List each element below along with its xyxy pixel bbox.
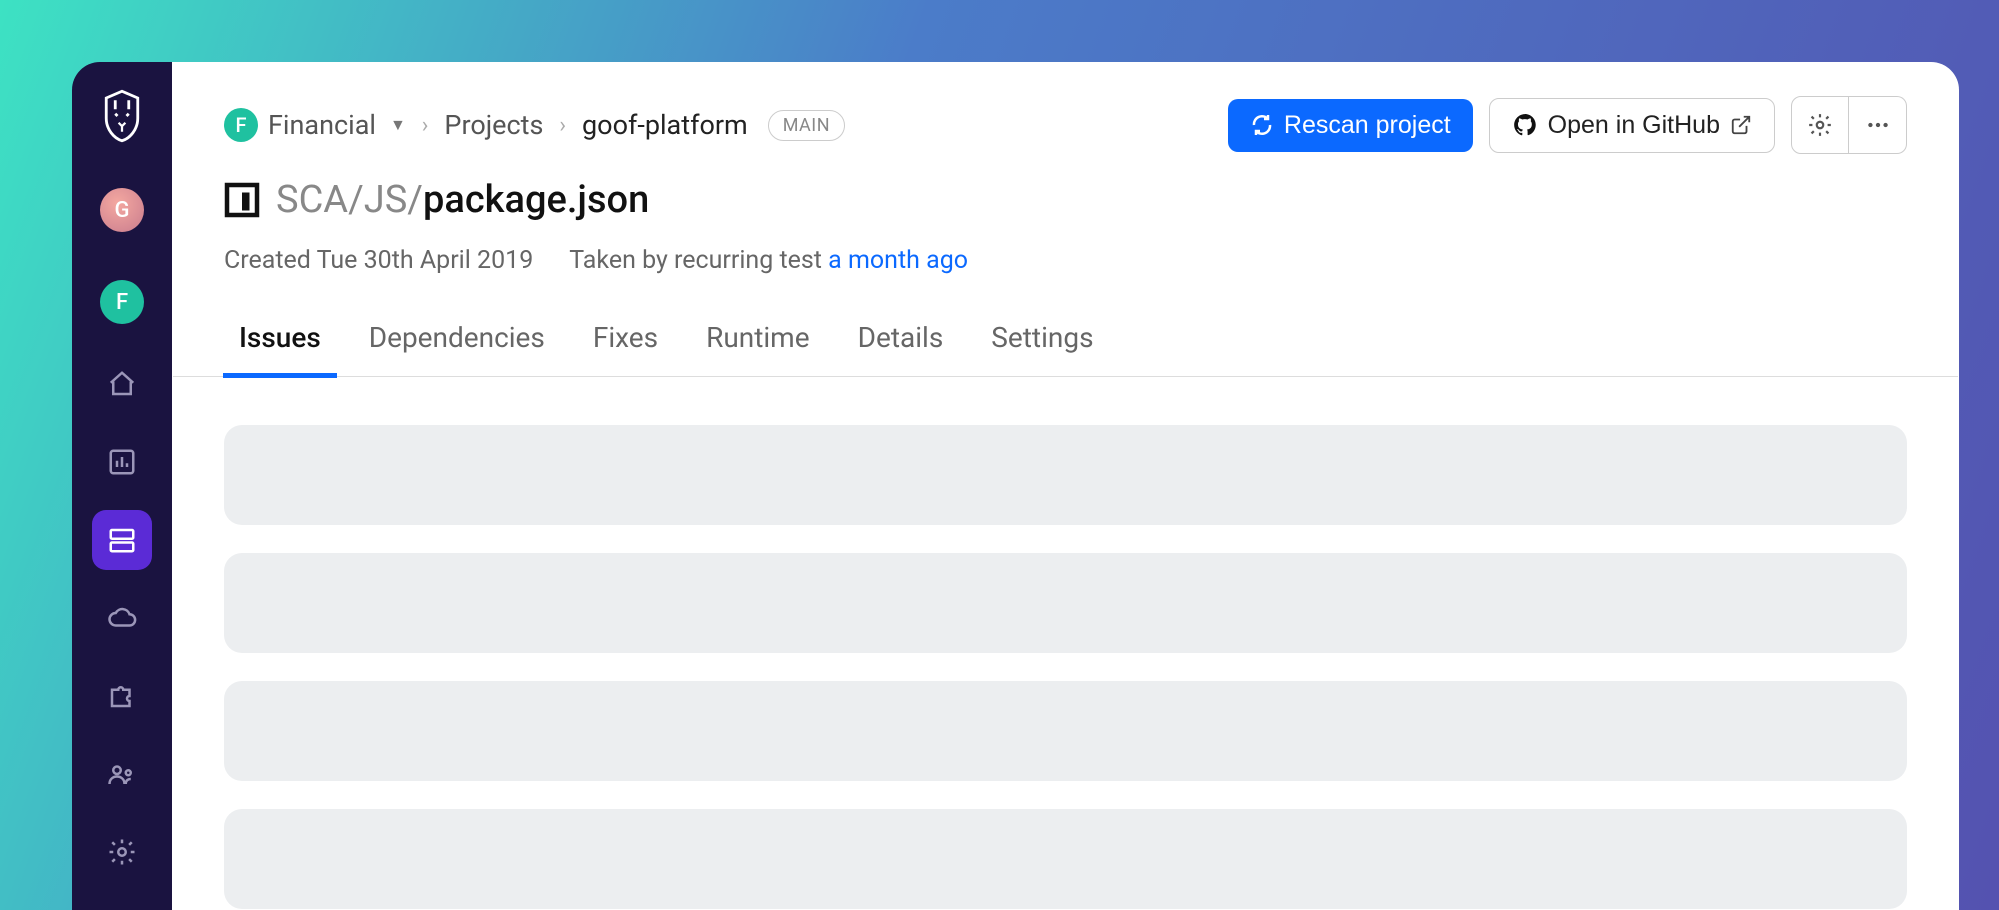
org-name: Financial xyxy=(268,109,376,141)
user-avatar-letter: G xyxy=(115,198,130,223)
app-logo[interactable] xyxy=(94,84,150,148)
chevron-right-icon: › xyxy=(559,113,566,138)
nav-projects[interactable] xyxy=(92,510,152,570)
tab-issues[interactable]: Issues xyxy=(239,321,321,376)
created-date: Created Tue 30th April 2019 xyxy=(224,246,533,275)
org-avatar-icon: F xyxy=(224,108,258,142)
settings-button[interactable] xyxy=(1791,96,1849,154)
rescan-button[interactable]: Rescan project xyxy=(1228,99,1473,152)
more-button[interactable] xyxy=(1849,96,1907,154)
home-icon xyxy=(107,369,137,399)
icon-button-group xyxy=(1791,96,1907,154)
sidebar: G F xyxy=(72,62,172,910)
nav-cloud[interactable] xyxy=(92,588,152,648)
nav-members[interactable] xyxy=(92,744,152,804)
header-actions: Rescan project Open in GitHub xyxy=(1228,96,1907,154)
users-icon xyxy=(107,759,137,789)
bar-chart-icon xyxy=(107,447,137,477)
github-icon xyxy=(1512,112,1538,138)
main-panel: F Financial ▼ › Projects › goof-platform… xyxy=(172,62,1959,910)
nav-items xyxy=(92,354,152,882)
taken-label: Taken by recurring test xyxy=(569,246,828,275)
meta-row: Created Tue 30th April 2019 Taken by rec… xyxy=(224,246,1907,275)
title-prefix: SCA/JS/ xyxy=(276,178,423,222)
cloud-icon xyxy=(107,603,137,633)
dots-icon xyxy=(1865,112,1891,138)
breadcrumb-org[interactable]: F Financial ▼ xyxy=(224,108,406,142)
npm-icon xyxy=(224,182,260,218)
breadcrumb: F Financial ▼ › Projects › goof-platform… xyxy=(224,108,845,142)
tab-settings[interactable]: Settings xyxy=(991,321,1093,376)
refresh-icon xyxy=(1250,113,1274,137)
tab-fixes[interactable]: Fixes xyxy=(593,321,658,376)
skeleton-row xyxy=(224,681,1907,781)
skeleton-row xyxy=(224,553,1907,653)
org-avatar-sidebar[interactable]: F xyxy=(100,280,144,324)
nav-integrations[interactable] xyxy=(92,666,152,726)
nav-settings[interactable] xyxy=(92,822,152,882)
title-row: SCA/JS/package.json xyxy=(224,178,1907,222)
chevron-down-icon: ▼ xyxy=(390,115,406,135)
external-link-icon xyxy=(1730,114,1752,136)
rescan-label: Rescan project xyxy=(1284,111,1451,140)
skeleton-row xyxy=(224,425,1907,525)
dog-shield-icon xyxy=(99,89,145,143)
tab-details[interactable]: Details xyxy=(858,321,944,376)
chevron-right-icon: › xyxy=(422,113,429,138)
tabs: Issues Dependencies Fixes Runtime Detail… xyxy=(173,321,1958,377)
open-github-label: Open in GitHub xyxy=(1548,111,1720,140)
user-avatar[interactable]: G xyxy=(100,188,144,232)
org-avatar-letter: F xyxy=(116,290,128,315)
puzzle-icon xyxy=(107,681,137,711)
projects-icon xyxy=(107,525,137,555)
tab-dependencies[interactable]: Dependencies xyxy=(369,321,545,376)
gear-icon xyxy=(107,837,137,867)
tab-runtime[interactable]: Runtime xyxy=(706,321,810,376)
title-file: package.json xyxy=(423,178,649,222)
breadcrumb-projects[interactable]: Projects xyxy=(444,109,543,141)
org-avatar-letter: F xyxy=(235,113,246,137)
branch-badge: MAIN xyxy=(768,110,845,141)
header-row: F Financial ▼ › Projects › goof-platform… xyxy=(224,96,1907,154)
taken-by: Taken by recurring test a month ago xyxy=(569,246,968,275)
app-container: G F xyxy=(72,62,1959,910)
taken-link[interactable]: a month ago xyxy=(828,246,968,275)
breadcrumb-project-name[interactable]: goof-platform xyxy=(582,109,748,141)
open-github-button[interactable]: Open in GitHub xyxy=(1489,98,1775,153)
nav-reports[interactable] xyxy=(92,432,152,492)
nav-home[interactable] xyxy=(92,354,152,414)
page-title: SCA/JS/package.json xyxy=(276,178,649,222)
skeleton-row xyxy=(224,809,1907,909)
content-area xyxy=(224,377,1907,909)
gear-icon xyxy=(1807,112,1833,138)
